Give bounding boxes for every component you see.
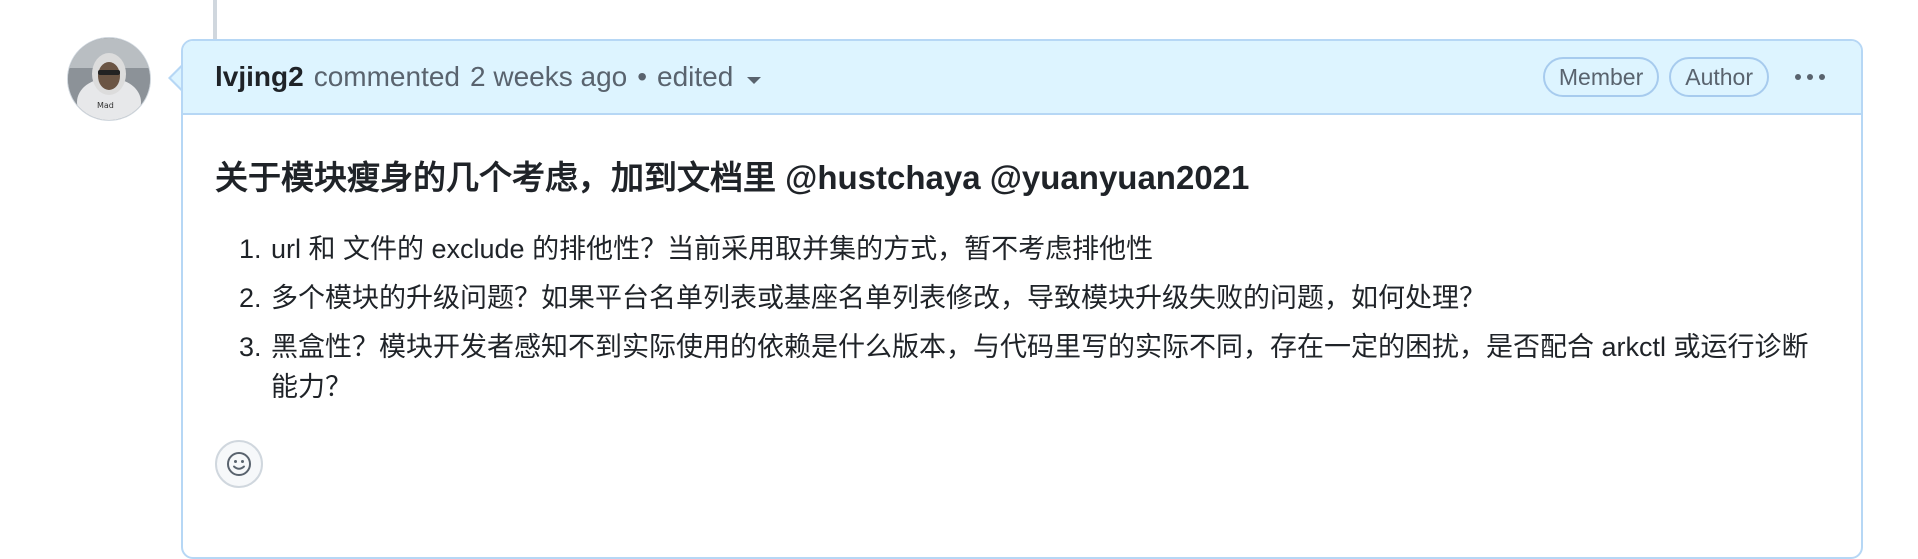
chevron-down-icon xyxy=(747,76,762,84)
list-item: url 和 文件的 exclude 的排他性？当前采用取并集的方式，暂不考虑排他… xyxy=(269,229,1829,269)
list-item: 黑盒性？模块开发者感知不到实际使用的依赖是什么版本，与代码里写的实际不同，存在一… xyxy=(269,327,1829,407)
edited-dropdown[interactable]: edited xyxy=(657,61,762,93)
add-reaction-button[interactable] xyxy=(215,440,263,488)
author-badge: Author xyxy=(1669,57,1769,97)
kebab-dot xyxy=(1807,74,1813,80)
comment-box: lvjing2 commented 2 weeks ago • edited M… xyxy=(181,39,1863,559)
considerations-list: url 和 文件的 exclude 的排他性？当前采用取并集的方式，暂不考虑排他… xyxy=(215,229,1829,407)
comment-header: lvjing2 commented 2 weeks ago • edited M… xyxy=(183,41,1861,115)
author-avatar[interactable]: Mad xyxy=(67,37,151,121)
svg-text:Mad: Mad xyxy=(97,101,114,110)
separator-dot: • xyxy=(637,61,648,92)
smiley-icon xyxy=(227,452,251,476)
edited-label: edited xyxy=(657,61,734,92)
header-actions: Member Author xyxy=(1533,57,1829,97)
comment-timestamp[interactable]: 2 weeks ago xyxy=(470,61,627,93)
kebab-dot xyxy=(1795,74,1801,80)
kebab-dot xyxy=(1819,74,1825,80)
list-item: 多个模块的升级问题？如果平台名单列表或基座名单列表修改，导致模块升级失败的问题，… xyxy=(269,278,1829,318)
timeline-line xyxy=(213,0,217,40)
comment-action: commented xyxy=(313,61,460,92)
comment-body: 关于模块瘦身的几个考虑，加到文档里 @hustchaya @yuanyuan20… xyxy=(183,115,1861,407)
author-link[interactable]: lvjing2 xyxy=(215,61,304,93)
avatar-image: Mad xyxy=(68,38,150,120)
comment-title: 关于模块瘦身的几个考虑，加到文档里 @hustchaya @yuanyuan20… xyxy=(215,159,1250,196)
kebab-horizontal-icon[interactable] xyxy=(1791,64,1829,90)
member-badge: Member xyxy=(1542,57,1660,97)
